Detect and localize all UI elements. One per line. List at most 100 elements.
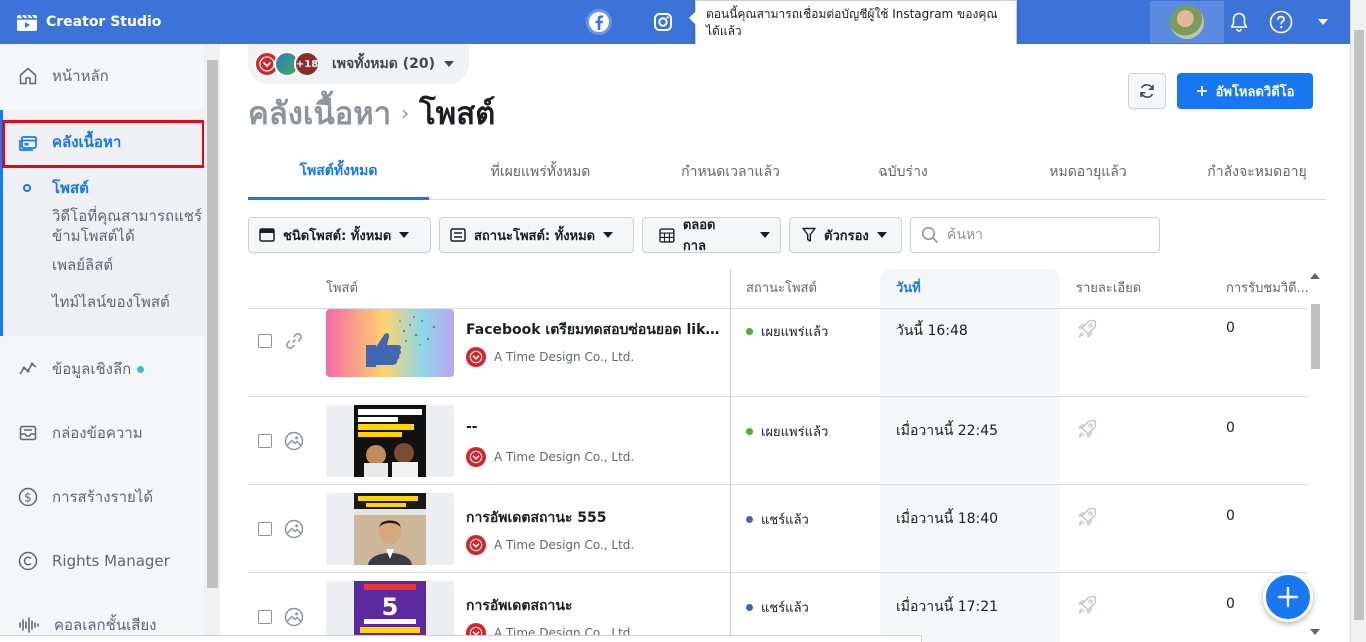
date-range-filter-label: ตลอดกาล xyxy=(682,218,716,254)
tab-expired[interactable]: หมดอายุแล้ว xyxy=(1008,144,1168,200)
post-title[interactable]: การอัพเดตสถานะ xyxy=(466,595,721,617)
upload-video-button[interactable]: อัพโหลดวิดีโอ xyxy=(1177,73,1313,109)
scroll-up-arrow-icon[interactable] xyxy=(1310,273,1320,279)
post-status-filter-label: สถานะโพสต์: ทั้งหมด xyxy=(474,228,596,244)
home-icon xyxy=(19,67,37,85)
post-date: เมื่อวานนี้ 18:40 xyxy=(896,511,999,527)
subitem-posts[interactable]: โพสต์ xyxy=(52,178,204,198)
post-date: วันนี้ 16:48 xyxy=(896,323,968,339)
column-header-status[interactable]: สถานะโพสต์ xyxy=(746,269,817,309)
chevron-down-icon xyxy=(399,232,410,238)
help-icon[interactable] xyxy=(1267,8,1295,36)
main-content: +18 เพจทั้งหมด (20) คลังเนื้อหา › โพสต์ … xyxy=(220,44,1350,642)
table-row[interactable]: 5 การอัพเดตสถานะ A Time Design Co., Ltd.… xyxy=(248,573,1308,642)
tab-all-published[interactable]: ที่เผยแพร่ทั้งหมด xyxy=(448,144,633,200)
page-selector[interactable]: +18 เพจทั้งหมด (20) xyxy=(248,44,469,84)
brand[interactable]: Creator Studio xyxy=(16,12,161,32)
tab-drafts[interactable]: ฉบับร่าง xyxy=(828,144,978,200)
post-status: แชร์แล้ว xyxy=(746,597,809,618)
rocket-icon[interactable] xyxy=(1076,594,1098,616)
column-header-date[interactable]: วันที่ xyxy=(896,269,921,309)
profile-button[interactable] xyxy=(1150,1,1224,43)
sidebar-item-label: Rights Manager xyxy=(52,552,170,570)
chevron-down-icon xyxy=(760,232,770,238)
tab-all-posts[interactable]: โพสต์ทั้งหมด xyxy=(248,144,429,200)
calendar-icon xyxy=(659,228,675,243)
column-header-details[interactable]: รายละเอียด xyxy=(1076,269,1141,309)
search-icon xyxy=(921,226,939,244)
instagram-icon[interactable] xyxy=(649,8,677,36)
refresh-button[interactable] xyxy=(1128,73,1166,109)
search-placeholder: ค้นหา xyxy=(947,227,984,243)
scroll-down-arrow-icon[interactable] xyxy=(1310,629,1320,635)
creator-studio-logo-icon xyxy=(17,14,37,31)
post-date: เมื่อวานนี้ 17:21 xyxy=(896,599,999,615)
search-input[interactable]: ค้นหา xyxy=(910,217,1160,253)
filter-button-label: ตัวกรอง xyxy=(824,228,869,244)
post-thumbnail[interactable] xyxy=(326,405,454,477)
pages-selector-label: เพจทั้งหมด (20) xyxy=(332,56,435,72)
rocket-icon[interactable] xyxy=(1076,318,1098,340)
row-checkbox[interactable] xyxy=(258,610,272,624)
column-header-video-views[interactable]: การรับชมวิดี... xyxy=(1226,269,1308,309)
sidebar-item-content-library[interactable]: คลังเนื้อหา xyxy=(0,130,204,154)
post-page: A Time Design Co., Ltd. xyxy=(466,447,634,467)
sidebar-scrollbar[interactable] xyxy=(204,44,220,642)
post-title[interactable]: การอัพเดตสถานะ 555 xyxy=(466,507,721,529)
facebook-icon[interactable] xyxy=(585,8,613,36)
sidebar-item-insights[interactable]: ข้อมูลเชิงลึก xyxy=(0,357,204,381)
post-thumbnail[interactable] xyxy=(326,493,454,565)
sidebar-item-label: คอลเลกชั้นเสียง xyxy=(54,616,157,634)
avatar xyxy=(1170,5,1204,39)
sidebar-item-monetization[interactable]: $ การสร้างรายได้ xyxy=(0,485,204,509)
breadcrumb-separator: › xyxy=(401,101,410,125)
table-row[interactable]: Facebook เตรียมทดสอบซ่อนยอด lik... A Tim… xyxy=(248,309,1308,397)
sound-wave-icon xyxy=(19,617,39,633)
post-thumbnail[interactable]: 5 xyxy=(326,581,454,642)
sidebar-item-home[interactable]: หน้าหลัก xyxy=(0,64,204,88)
row-checkbox[interactable] xyxy=(258,522,272,536)
table-header: โพสต์ สถานะโพสต์ วันที่ รายละเอียด การรั… xyxy=(248,269,1308,309)
create-post-fab[interactable] xyxy=(1263,572,1313,622)
row-checkbox[interactable] xyxy=(258,434,272,448)
rocket-icon[interactable] xyxy=(1076,418,1098,440)
plus-icon xyxy=(1277,586,1299,608)
sidebar-item-rights-manager[interactable]: Rights Manager xyxy=(0,549,204,573)
row-checkbox[interactable] xyxy=(258,334,272,348)
sidebar-item-inbox[interactable]: กล่องข้อความ xyxy=(0,421,204,445)
sidebar-scrollbar-thumb[interactable] xyxy=(207,60,218,588)
subitem-crosspostable-videos[interactable]: วิดีโอที่คุณสามารถแชร์ข้ามโพสต์ได้ xyxy=(52,206,204,246)
sidebar-item-sound-collection[interactable]: คอลเลกชั้นเสียง xyxy=(0,613,204,637)
account-menu-chevron-icon[interactable] xyxy=(1309,8,1337,36)
table-scrollbar-thumb[interactable] xyxy=(1311,304,1320,369)
post-title[interactable]: Facebook เตรียมทดสอบซ่อนยอด lik... xyxy=(466,319,721,341)
post-status-filter[interactable]: สถานะโพสต์: ทั้งหมด xyxy=(439,217,634,253)
page-scrollbar-thumb[interactable] xyxy=(1354,30,1364,620)
breadcrumb: คลังเนื้อหา › โพสต์ xyxy=(248,88,495,138)
sidebar: หน้าหลัก คลังเนื้อหา โพสต์ วิดีโอที่คุณส… xyxy=(0,44,205,642)
bell-icon[interactable] xyxy=(1225,8,1253,36)
page-scrollbar[interactable] xyxy=(1350,0,1366,642)
inbox-icon xyxy=(19,425,37,441)
rocket-icon[interactable] xyxy=(1076,506,1098,528)
date-range-filter[interactable]: ตลอดกาล xyxy=(642,217,781,254)
post-thumbnail[interactable] xyxy=(326,309,454,377)
sidebar-item-label: กล่องข้อความ xyxy=(52,424,143,442)
table-row[interactable]: -- A Time Design Co., Ltd. เผยแพร่แล้ว เ… xyxy=(248,397,1308,485)
tab-expiring[interactable]: กำลังจะหมดอายุ xyxy=(1188,144,1326,200)
post-type-filter[interactable]: ชนิดโพสต์: ทั้งหมด xyxy=(248,217,431,253)
post-title[interactable]: -- xyxy=(466,419,721,435)
table-row[interactable]: การอัพเดตสถานะ 555 A Time Design Co., Lt… xyxy=(248,485,1308,573)
tab-scheduled[interactable]: กำหนดเวลาแล้ว xyxy=(648,144,813,200)
column-header-post[interactable]: โพสต์ xyxy=(326,269,358,309)
subitem-playlists[interactable]: เพลย์ลิสต์ xyxy=(52,255,204,275)
filter-bar: ชนิดโพสต์: ทั้งหมด สถานะโพสต์: ทั้งหมด ต… xyxy=(248,217,902,254)
svg-text:5: 5 xyxy=(382,593,399,621)
post-status-label: เผยแพร่แล้ว xyxy=(761,325,829,340)
active-subitem-marker xyxy=(23,184,31,192)
subitem-post-timeline[interactable]: ไทม์ไลน์ของโพสต์ xyxy=(52,292,204,312)
breadcrumb-parent[interactable]: คลังเนื้อหา xyxy=(248,88,391,138)
filter-button[interactable]: ตัวกรอง xyxy=(789,217,902,253)
status-dot xyxy=(746,604,753,611)
post-tabs: โพสต์ทั้งหมด ที่เผยแพร่ทั้งหมด กำหนดเวลา… xyxy=(248,144,1326,200)
